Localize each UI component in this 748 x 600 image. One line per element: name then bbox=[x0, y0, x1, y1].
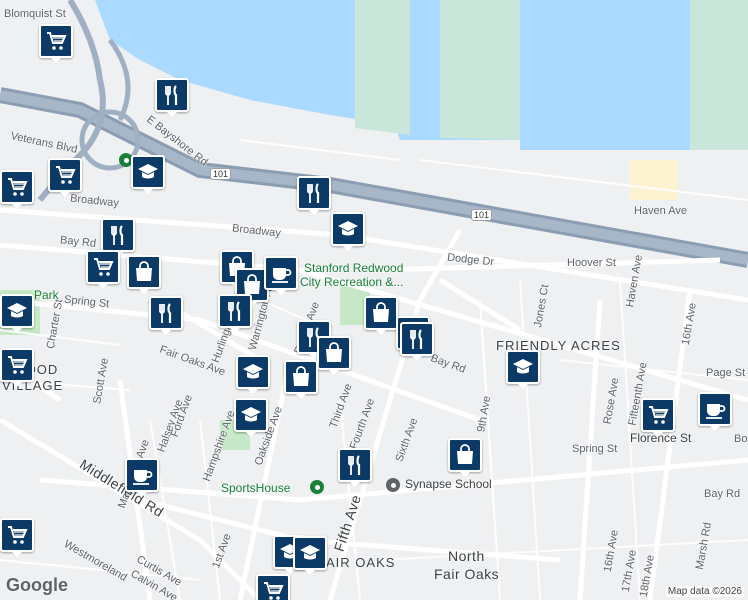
map-marker[interactable] bbox=[234, 398, 268, 437]
map-marker[interactable] bbox=[641, 398, 675, 437]
street-label: Hoover St bbox=[567, 257, 616, 269]
restaurant-icon bbox=[343, 453, 367, 477]
school-poi-icon[interactable] bbox=[386, 478, 400, 492]
map-marker[interactable] bbox=[149, 296, 183, 335]
restaurant-icon bbox=[106, 223, 130, 247]
map-marker[interactable] bbox=[698, 392, 732, 431]
place-label[interactable]: SportsHouse bbox=[221, 481, 290, 495]
coffee-icon bbox=[703, 397, 727, 421]
map-marker[interactable] bbox=[293, 536, 327, 575]
map-marker[interactable] bbox=[39, 24, 73, 63]
map-marker[interactable] bbox=[284, 360, 318, 399]
school-icon bbox=[298, 541, 322, 565]
school-icon bbox=[336, 217, 360, 241]
neighborhood-label: Fair Oaks bbox=[434, 566, 500, 582]
map-marker[interactable] bbox=[256, 574, 290, 600]
coffee-icon bbox=[130, 463, 154, 487]
map-marker[interactable] bbox=[0, 348, 34, 387]
school-icon bbox=[239, 403, 263, 427]
map-marker[interactable] bbox=[0, 518, 34, 557]
place-label[interactable]: Synapse School bbox=[405, 477, 492, 491]
map-marker[interactable] bbox=[338, 448, 372, 487]
street-label: Haven Ave bbox=[634, 205, 688, 217]
street-label: Blomquist St bbox=[4, 8, 66, 20]
map-marker[interactable] bbox=[127, 255, 161, 294]
map-marker[interactable] bbox=[331, 212, 365, 251]
park-poi-icon[interactable] bbox=[310, 480, 324, 494]
street-label: Spring St bbox=[572, 443, 618, 455]
map-attribution: Map data ©2026 bbox=[665, 586, 744, 597]
shopping-cart-icon bbox=[5, 523, 29, 547]
map-marker[interactable] bbox=[506, 350, 540, 389]
shopping-cart-icon bbox=[5, 175, 29, 199]
shopping-cart-icon bbox=[261, 579, 285, 600]
highway-shield: 101 bbox=[210, 168, 232, 180]
map-marker[interactable] bbox=[101, 218, 135, 257]
neighborhood-label: AIR OAKS bbox=[326, 555, 396, 570]
school-icon bbox=[511, 355, 535, 379]
map-marker[interactable] bbox=[297, 176, 331, 215]
map-marker[interactable] bbox=[0, 170, 34, 209]
map-marker[interactable] bbox=[400, 322, 434, 361]
shopping-bag-icon bbox=[369, 301, 393, 325]
shopping-bag-icon bbox=[289, 365, 313, 389]
restaurant-icon bbox=[223, 299, 247, 323]
shopping-bag-icon bbox=[322, 341, 346, 365]
school-icon bbox=[241, 360, 265, 384]
map-marker[interactable] bbox=[317, 336, 351, 375]
neighborhood-label: North bbox=[448, 548, 485, 564]
restaurant-icon bbox=[405, 327, 429, 351]
place-label[interactable]: Stanford Redwood bbox=[304, 261, 403, 275]
map-marker[interactable] bbox=[155, 78, 189, 117]
shopping-bag-icon bbox=[453, 443, 477, 467]
shopping-cart-icon bbox=[646, 403, 670, 427]
map-marker[interactable] bbox=[86, 250, 120, 289]
street-label: Park bbox=[34, 288, 59, 302]
street-label: Bay Rd bbox=[704, 488, 741, 500]
shopping-cart-icon bbox=[44, 29, 68, 53]
street-label: Page St bbox=[706, 367, 746, 379]
coffee-icon bbox=[269, 261, 293, 285]
shopping-cart-icon bbox=[53, 163, 77, 187]
map-marker[interactable] bbox=[364, 296, 398, 335]
map-marker[interactable] bbox=[125, 458, 159, 497]
google-logo: Google bbox=[6, 575, 68, 595]
map-marker[interactable] bbox=[131, 155, 165, 194]
restaurant-icon bbox=[160, 83, 184, 107]
place-label[interactable]: City Recreation &... bbox=[300, 275, 403, 289]
map-marker[interactable] bbox=[236, 355, 270, 394]
map-marker[interactable] bbox=[448, 438, 482, 477]
restaurant-icon bbox=[302, 181, 326, 205]
map-marker[interactable] bbox=[48, 158, 82, 197]
school-icon bbox=[5, 299, 29, 323]
restaurant-icon bbox=[154, 301, 178, 325]
street-label: Bo bbox=[734, 433, 748, 445]
shopping-bag-icon bbox=[132, 260, 156, 284]
map-canvas[interactable]: Blomquist St Veterans Blvd E Bayshore Rd… bbox=[0, 0, 748, 600]
shopping-cart-icon bbox=[91, 255, 115, 279]
map-marker[interactable] bbox=[264, 256, 298, 295]
school-icon bbox=[136, 160, 160, 184]
map-marker[interactable] bbox=[0, 294, 34, 333]
shopping-cart-icon bbox=[5, 353, 29, 377]
highway-shield: 101 bbox=[471, 209, 493, 221]
map-marker[interactable] bbox=[218, 294, 252, 333]
